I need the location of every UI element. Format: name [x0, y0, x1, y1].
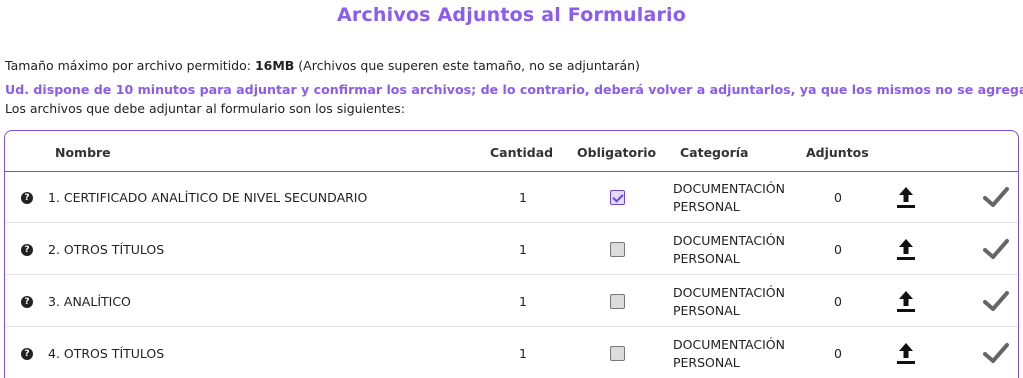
header-categoria: Categoría: [680, 145, 749, 160]
row-category-line2: PERSONAL: [673, 303, 740, 318]
upload-icon[interactable]: [895, 341, 917, 365]
max-size-info: Tamaño máximo por archivo permitido: 16M…: [5, 58, 640, 73]
row-category-line1: DOCUMENTACIÓN: [673, 285, 785, 300]
row-quantity: 1: [519, 242, 527, 257]
header-obligatorio: Obligatorio: [577, 145, 657, 160]
checkmark-icon[interactable]: [983, 237, 1009, 261]
header-cantidad: Cantidad: [490, 145, 554, 160]
max-size-suffix: (Archivos que superen este tamaño, no se…: [294, 58, 640, 73]
table-row: ? 1. CERTIFICADO ANALÍTICO DE NIVEL SECU…: [5, 172, 1018, 223]
row-quantity: 1: [519, 294, 527, 309]
required-checkbox: [610, 346, 625, 361]
row-attached-count: 0: [834, 242, 842, 257]
row-category: DOCUMENTACIÓN PERSONAL: [673, 180, 785, 216]
header-adjuntos: Adjuntos: [806, 145, 869, 160]
row-name: 4. OTROS TÍTULOS: [48, 346, 165, 361]
attachments-table: Nombre Cantidad Obligatorio Categoría Ad…: [4, 130, 1019, 378]
checkmark-icon[interactable]: [983, 341, 1009, 365]
max-size-value: 16MB: [254, 58, 295, 73]
header-nombre: Nombre: [55, 145, 111, 160]
row-category: DOCUMENTACIÓN PERSONAL: [673, 284, 785, 320]
row-category-line1: DOCUMENTACIÓN: [673, 181, 785, 196]
question-circle-icon[interactable]: ?: [21, 192, 33, 204]
max-size-prefix: Tamaño máximo por archivo permitido:: [5, 58, 255, 73]
checkmark-icon[interactable]: [983, 289, 1009, 313]
row-attached-count: 0: [834, 294, 842, 309]
question-circle-icon[interactable]: ?: [21, 244, 33, 256]
row-name: 3. ANALÍTICO: [48, 294, 131, 309]
row-category-line2: PERSONAL: [673, 251, 740, 266]
row-attached-count: 0: [834, 346, 842, 361]
checkmark-icon[interactable]: [983, 185, 1009, 209]
time-warning: Ud. dispone de 10 minutos para adjuntar …: [5, 82, 1023, 97]
required-checkbox: [610, 242, 625, 257]
upload-icon[interactable]: [895, 237, 917, 261]
row-category: DOCUMENTACIÓN PERSONAL: [673, 232, 785, 268]
row-quantity: 1: [519, 190, 527, 205]
row-category-line1: DOCUMENTACIÓN: [673, 337, 785, 352]
table-row: ? 3. ANALÍTICO 1 DOCUMENTACIÓN PERSONAL 0: [5, 276, 1018, 327]
required-checkbox: [610, 190, 625, 205]
question-circle-icon[interactable]: ?: [21, 348, 33, 360]
page-title: Archivos Adjuntos al Formulario: [336, 4, 687, 26]
row-name: 1. CERTIFICADO ANALÍTICO DE NIVEL SECUND…: [48, 190, 368, 205]
row-category-line2: PERSONAL: [673, 355, 740, 370]
row-category-line1: DOCUMENTACIÓN: [673, 233, 785, 248]
table-row: ? 4. OTROS TÍTULOS 1 DOCUMENTACIÓN PERSON…: [5, 328, 1018, 378]
question-circle-icon[interactable]: ?: [21, 296, 33, 308]
row-category-line2: PERSONAL: [673, 199, 740, 214]
upload-icon[interactable]: [895, 289, 917, 313]
list-intro: Los archivos que debe adjuntar al formul…: [5, 101, 405, 116]
table-row: ? 2. OTROS TÍTULOS 1 DOCUMENTACIÓN PERSON…: [5, 224, 1018, 275]
upload-icon[interactable]: [895, 185, 917, 209]
row-name: 2. OTROS TÍTULOS: [48, 242, 165, 257]
row-category: DOCUMENTACIÓN PERSONAL: [673, 336, 785, 372]
required-checkbox: [610, 294, 625, 309]
row-attached-count: 0: [834, 190, 842, 205]
row-quantity: 1: [519, 346, 527, 361]
